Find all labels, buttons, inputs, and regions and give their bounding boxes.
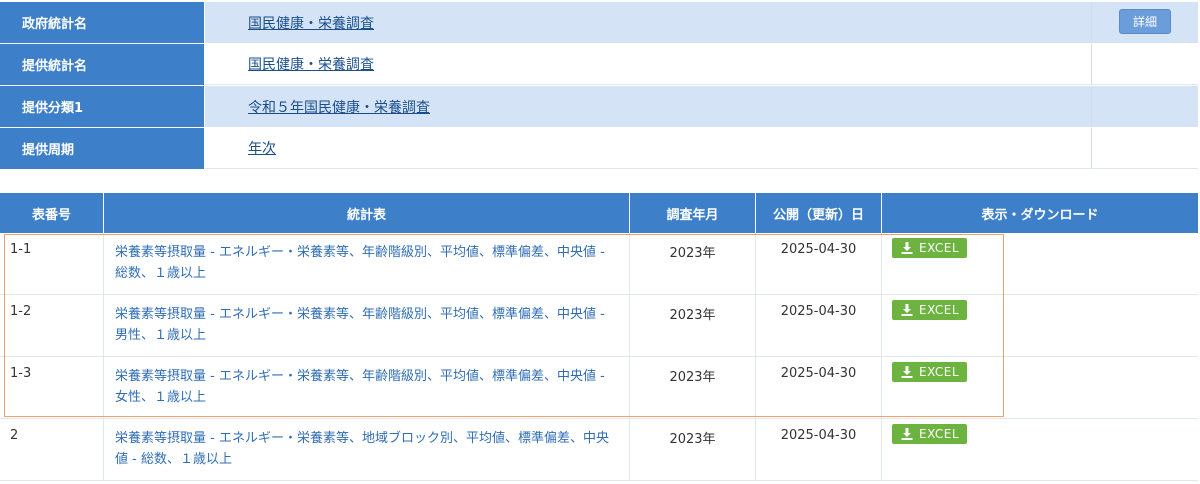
header-published-date[interactable]: 公開（更新）日 <box>756 193 882 233</box>
table-number: 1-3 <box>0 357 104 418</box>
survey-year: 2023年 <box>630 233 756 294</box>
table-number: 1-1 <box>0 233 104 294</box>
info-label: 提供分類1 <box>0 86 205 127</box>
excel-label: EXCEL <box>919 427 960 441</box>
table-number: 2 <box>0 419 104 480</box>
info-label: 提供周期 <box>0 128 205 169</box>
provided-stat-link[interactable]: 国民健康・栄養調査 <box>248 54 374 74</box>
survey-info-table: 政府統計名 国民健康・栄養調査 詳細 提供統計名 国民健康・栄養調査 提供分類1… <box>0 2 1198 170</box>
table-row: 1-3 栄養素等摂取量 - エネルギー・栄養素等、年齢階級別、平均値、標準偏差、… <box>0 357 1198 419</box>
survey-year: 2023年 <box>630 357 756 418</box>
stat-table-link[interactable]: 栄養素等摂取量 - エネルギー・栄養素等、年齢階級別、平均値、標準偏差、中央値 … <box>104 295 630 356</box>
info-row-cycle: 提供周期 年次 <box>0 128 1198 170</box>
excel-download-button[interactable]: EXCEL <box>892 424 968 444</box>
header-survey-date[interactable]: 調査年月 <box>630 193 756 233</box>
table-number: 1-2 <box>0 295 104 356</box>
published-date: 2025-04-30 <box>756 419 882 480</box>
table-row: 2 栄養素等摂取量 - エネルギー・栄養素等、地域ブロック別、平均値、標準偏差、… <box>0 419 1198 481</box>
excel-download-button[interactable]: EXCEL <box>892 362 968 382</box>
info-label: 政府統計名 <box>0 2 205 43</box>
cycle-link[interactable]: 年次 <box>248 138 276 158</box>
download-icon <box>901 304 913 316</box>
download-icon <box>901 366 913 378</box>
table-header: 表番号 統計表 調査年月 公開（更新）日 表示・ダウンロード <box>0 193 1198 233</box>
excel-label: EXCEL <box>919 303 960 317</box>
excel-download-button[interactable]: EXCEL <box>892 300 968 320</box>
category-link[interactable]: 令和５年国民健康・栄養調査 <box>248 97 430 117</box>
table-row: 1-1 栄養素等摂取量 - エネルギー・栄養素等、年齢階級別、平均値、標準偏差、… <box>0 233 1198 295</box>
detail-button[interactable]: 詳細 <box>1119 9 1171 34</box>
stat-table-link[interactable]: 栄養素等摂取量 - エネルギー・栄養素等、地域ブロック別、平均値、標準偏差、中央… <box>104 419 630 480</box>
header-table-number[interactable]: 表番号 <box>0 193 104 233</box>
excel-label: EXCEL <box>919 365 960 379</box>
survey-year: 2023年 <box>630 295 756 356</box>
survey-year: 2023年 <box>630 419 756 480</box>
header-download: 表示・ダウンロード <box>981 207 1099 223</box>
stat-table-link[interactable]: 栄養素等摂取量 - エネルギー・栄養素等、年齢階級別、平均値、標準偏差、中央値 … <box>104 233 630 294</box>
published-date: 2025-04-30 <box>756 357 882 418</box>
excel-label: EXCEL <box>919 241 960 255</box>
info-row-category: 提供分類1 令和５年国民健康・栄養調査 <box>0 86 1198 128</box>
published-date: 2025-04-30 <box>756 233 882 294</box>
header-stat-table[interactable]: 統計表 <box>104 193 630 233</box>
download-icon <box>901 242 913 254</box>
stat-table-link[interactable]: 栄養素等摂取量 - エネルギー・栄養素等、年齢階級別、平均値、標準偏差、中央値 … <box>104 357 630 418</box>
table-row: 1-2 栄養素等摂取量 - エネルギー・栄養素等、年齢階級別、平均値、標準偏差、… <box>0 295 1198 357</box>
info-label: 提供統計名 <box>0 44 205 85</box>
info-row-provided-stat: 提供統計名 国民健康・栄養調査 <box>0 44 1198 86</box>
excel-download-button[interactable]: EXCEL <box>892 238 968 258</box>
info-row-government-stat: 政府統計名 国民健康・栄養調査 詳細 <box>0 2 1198 44</box>
government-stat-link[interactable]: 国民健康・栄養調査 <box>248 13 374 33</box>
download-icon <box>901 428 913 440</box>
stat-table-list: 表番号 統計表 調査年月 公開（更新）日 表示・ダウンロード 1-1 栄養素等摂… <box>0 193 1198 481</box>
published-date: 2025-04-30 <box>756 295 882 356</box>
